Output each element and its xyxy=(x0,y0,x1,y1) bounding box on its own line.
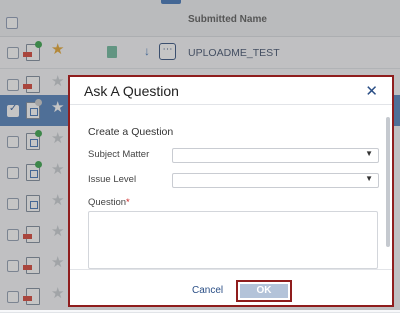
scrollbar[interactable] xyxy=(386,117,390,247)
chevron-down-icon: ▼ xyxy=(365,149,373,158)
divider xyxy=(70,269,392,270)
subject-matter-select[interactable]: ▼ xyxy=(172,148,379,163)
ok-button[interactable]: OK xyxy=(236,280,292,302)
divider xyxy=(70,104,392,105)
subject-matter-label: Subject Matter xyxy=(88,149,150,160)
required-marker: * xyxy=(126,197,130,208)
ask-question-dialog: Ask A Question ✕ Create a Question Subje… xyxy=(68,75,394,307)
cancel-button[interactable]: Cancel xyxy=(192,285,223,296)
question-textarea[interactable] xyxy=(88,211,378,269)
dialog-title: Ask A Question xyxy=(84,83,179,99)
ok-button-label: OK xyxy=(240,284,288,298)
section-title: Create a Question xyxy=(88,126,174,138)
question-label: Question* xyxy=(88,197,130,208)
issue-level-label: Issue Level xyxy=(88,174,137,185)
close-icon[interactable]: ✕ xyxy=(365,82,378,100)
chevron-down-icon: ▼ xyxy=(365,174,373,183)
question-label-text: Question xyxy=(88,197,127,208)
issue-level-select[interactable]: ▼ xyxy=(172,173,379,188)
